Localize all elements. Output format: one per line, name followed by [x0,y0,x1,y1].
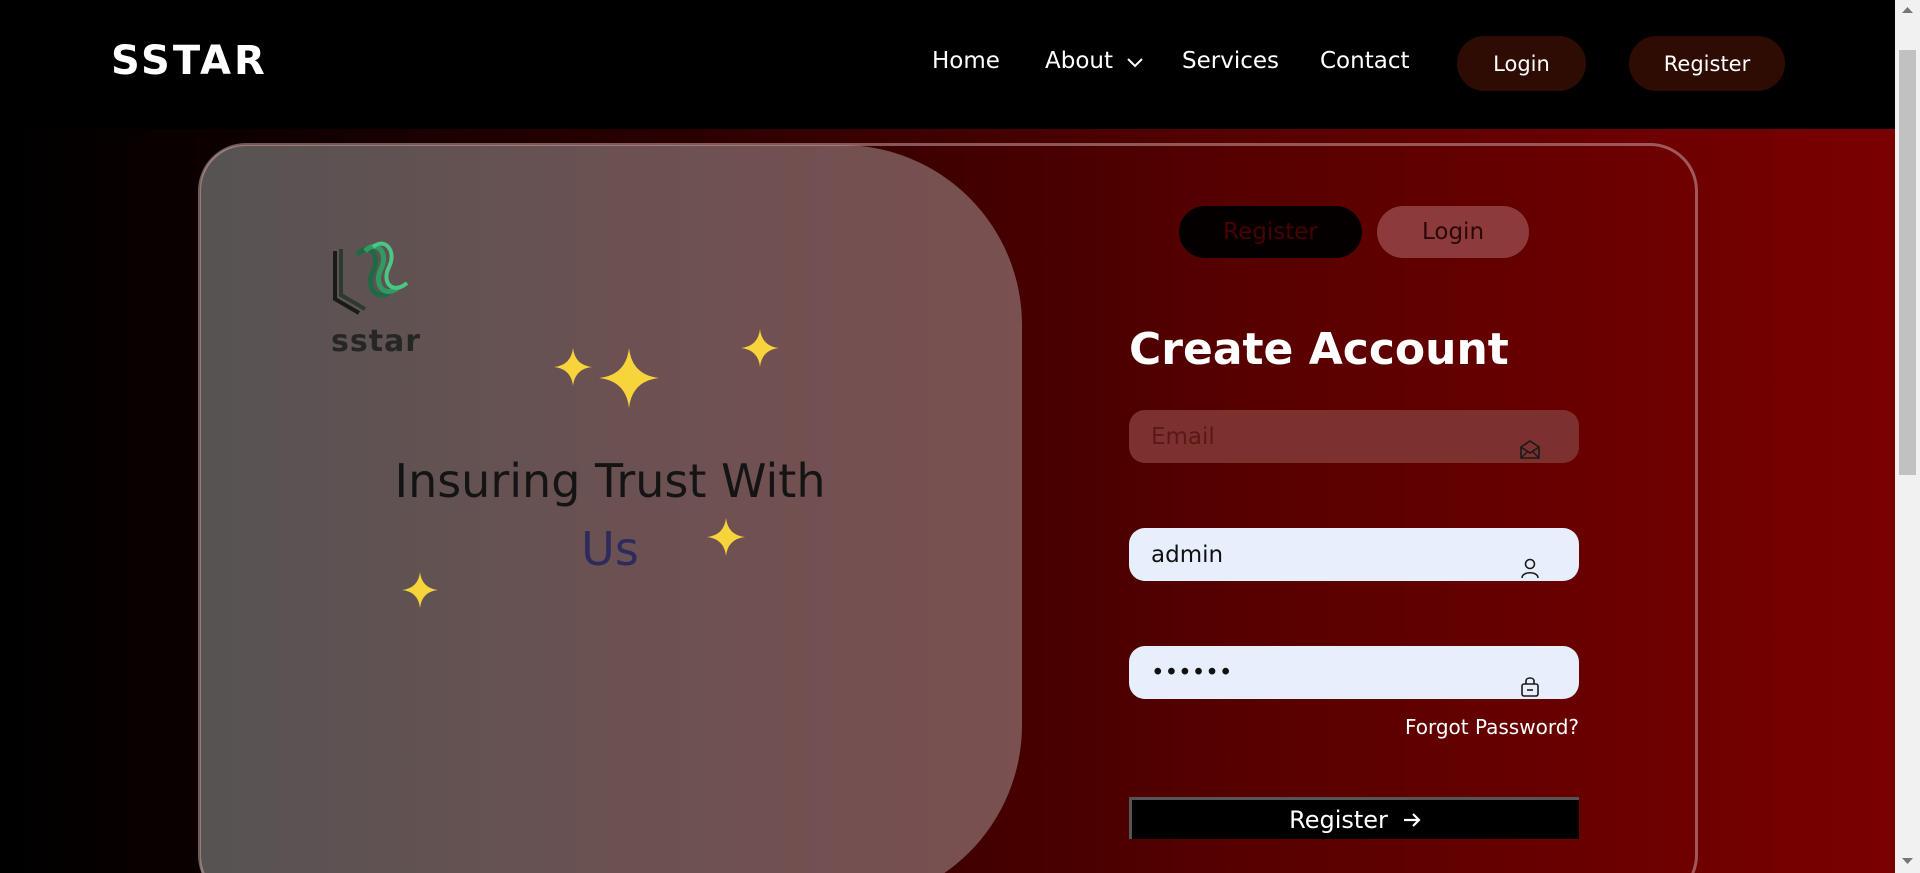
chevron-down-icon [1127,57,1144,67]
logo-wordmark: sstar [331,324,422,359]
sparkle-icon [741,329,779,367]
scroll-down-icon[interactable] [1902,857,1913,865]
mail-icon [1520,440,1540,459]
tab-login[interactable]: Login [1377,206,1529,258]
sstar-logo-icon [333,241,409,315]
tagline-main: Insuring Trust With [394,454,826,508]
password-input[interactable] [1129,646,1579,699]
arrow-right-icon [1403,812,1421,827]
nav-login-button[interactable]: Login [1457,36,1586,91]
email-input[interactable] [1129,410,1579,463]
nav-register-button[interactable]: Register [1629,36,1785,91]
hero-tagline: Insuring Trust With Us [350,447,870,583]
nav-about[interactable]: About [1045,48,1144,74]
hero-section: sstar Insuring Trust With Us Register Lo… [0,129,1895,873]
sparkle-icon [554,348,592,386]
lock-icon [1521,677,1539,697]
sparkle-icon [599,348,659,408]
username-field [1129,528,1579,581]
top-navbar: SSTAR Home About Services Contact Login … [0,0,1895,129]
page-scrollbar[interactable] [1895,0,1920,873]
nav-about-label: About [1045,48,1114,74]
username-input[interactable] [1129,528,1579,581]
submit-label: Register [1289,805,1388,834]
sparkle-icon [402,572,438,608]
register-submit-button[interactable]: Register [1129,797,1579,839]
sparkle-icon [707,518,745,556]
brand-logo[interactable]: SSTAR [111,38,268,84]
password-field [1129,646,1579,699]
forgot-password-link[interactable]: Forgot Password? [1395,715,1579,739]
scroll-up-icon[interactable] [1902,6,1913,14]
email-field [1129,410,1579,463]
nav-services[interactable]: Services [1182,48,1279,74]
scrollbar-thumb[interactable] [1899,50,1916,475]
nav-contact[interactable]: Contact [1320,48,1409,74]
form-title: Create Account [1129,324,1509,375]
nav-home[interactable]: Home [932,48,1000,74]
tab-register[interactable]: Register [1179,206,1362,258]
user-icon [1521,558,1539,579]
